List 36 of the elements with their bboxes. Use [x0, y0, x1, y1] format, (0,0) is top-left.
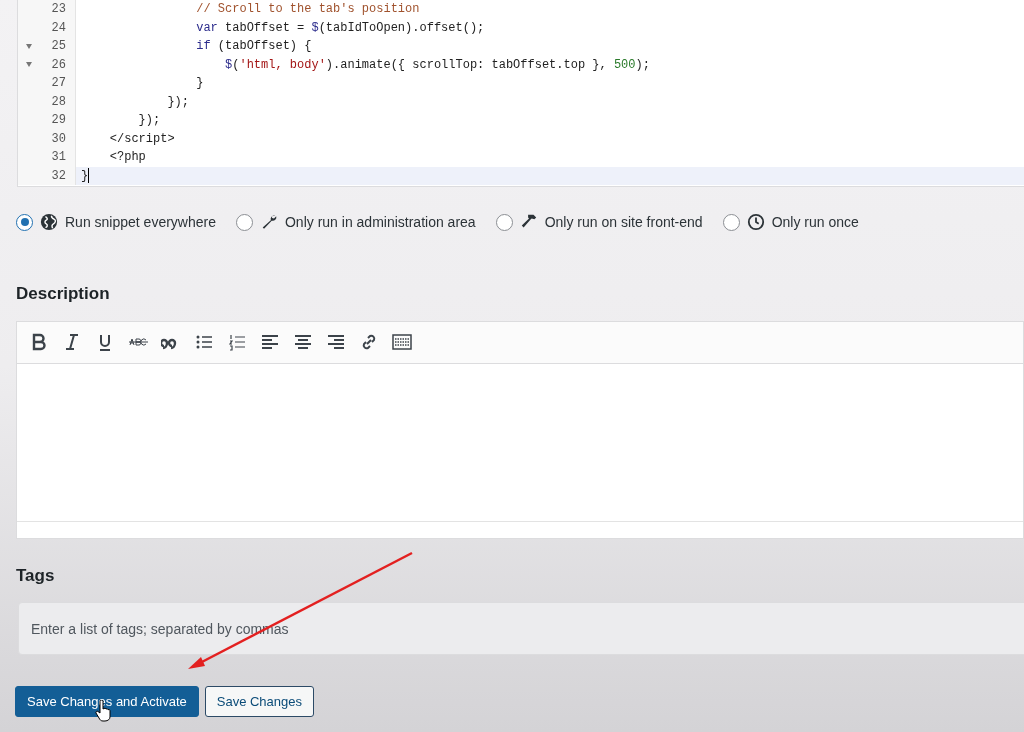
line-number: 23	[50, 1, 66, 19]
clock-icon	[746, 213, 765, 231]
radio-label[interactable]: Only run on site front-end	[544, 211, 703, 233]
save-button[interactable]: Save Changes	[204, 686, 314, 717]
code-line: <?php	[108, 149, 146, 167]
code-line: // Scroll to the tab's position	[195, 1, 420, 19]
line-number: 31	[50, 149, 66, 167]
code-line: $('html, body').animate({ scrollTop: tabOffset.top }, 500);	[224, 56, 650, 74]
code-line: </script>	[108, 130, 175, 148]
line-number: 30	[50, 130, 66, 148]
radio-button[interactable]	[495, 213, 513, 231]
line-number: 24	[50, 19, 66, 37]
code-line: var tabOffset = $(tabIdToOpen).offset();	[195, 19, 485, 37]
globe-icon	[40, 213, 58, 231]
fold-arrow-icon[interactable]	[26, 43, 32, 49]
radio-button[interactable]	[722, 213, 740, 231]
fold-arrow-icon[interactable]	[26, 62, 32, 68]
save-and-activate-button[interactable]: Save Changes and Activate	[15, 686, 199, 717]
radio-label[interactable]: Run snippet everywhere	[65, 211, 216, 233]
section-heading: Tags	[16, 564, 56, 587]
radio-label[interactable]: Only run in administration area	[285, 211, 476, 233]
line-number: 26	[50, 56, 66, 74]
code-line: }	[195, 75, 204, 93]
radio-button[interactable]	[16, 213, 33, 231]
line-number: 25	[50, 38, 66, 56]
line-number: 28	[50, 93, 66, 111]
line-number: 27	[50, 75, 66, 93]
radio-button[interactable]	[236, 213, 253, 231]
code-line: }	[80, 167, 90, 185]
radio-label[interactable]: Only run once	[771, 211, 859, 233]
section-heading: Description	[16, 283, 111, 305]
line-number: 29	[50, 112, 66, 130]
code-line: });	[166, 93, 190, 111]
code-line: if (tabOffset) {	[195, 38, 312, 56]
line-number: 32	[50, 167, 66, 185]
code-line: });	[137, 112, 161, 130]
